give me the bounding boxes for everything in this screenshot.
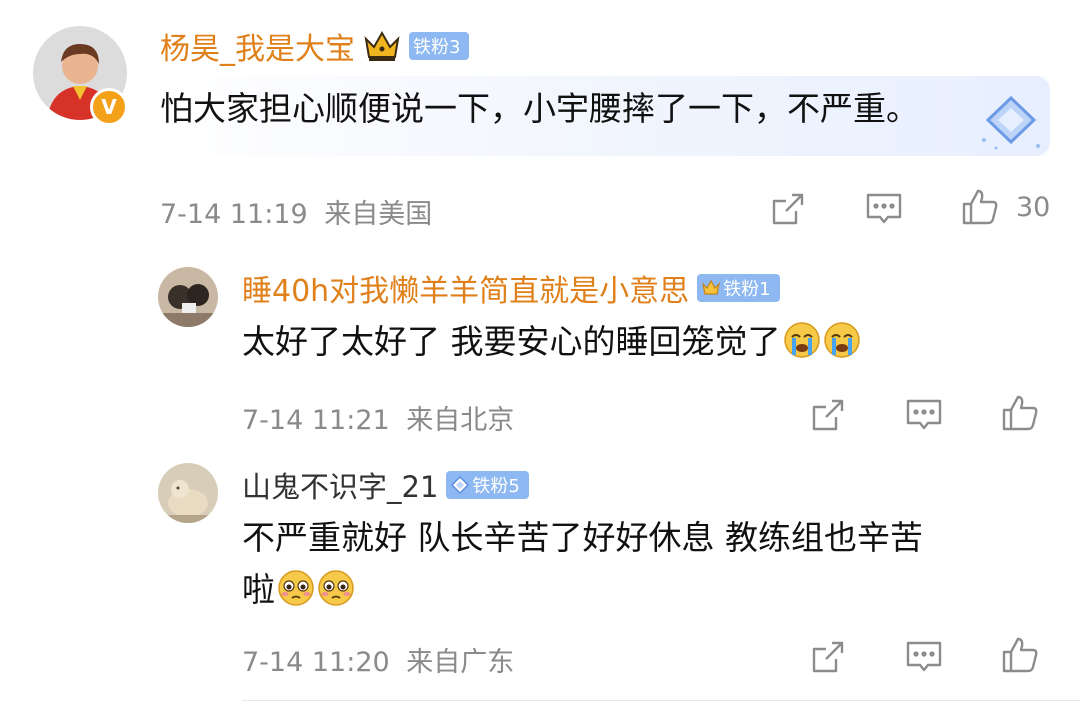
pleading-face-emoji xyxy=(318,570,354,606)
crown-icon xyxy=(364,30,400,61)
diamond-icon xyxy=(451,475,470,495)
comment-icon xyxy=(906,399,942,430)
comment-text: 太好了太好了 我要安心的睡回笼觉了 xyxy=(242,316,861,368)
share-icon xyxy=(812,399,844,431)
fan-level-text: 铁粉5 xyxy=(472,476,520,497)
reply-button[interactable] xyxy=(904,637,944,677)
author-name[interactable]: 杨昊_我是大宝 xyxy=(160,24,355,68)
thumbs-up-icon xyxy=(1002,637,1038,673)
fan-level-badge: 铁粉3 xyxy=(409,32,470,60)
repost-button[interactable] xyxy=(768,189,808,229)
diamond-decoration-icon xyxy=(982,95,1040,150)
comment-text-line-2: 啦 xyxy=(242,564,923,616)
avatar[interactable] xyxy=(158,267,218,327)
comment-icon xyxy=(866,193,902,224)
crying-face-emoji xyxy=(823,322,860,358)
comment-text: 怕大家担心顺便说一下，小宇腰摔了一下，不严重。 xyxy=(160,89,919,128)
reply-button[interactable] xyxy=(904,395,944,435)
comment-text-body: 太好了太好了 我要安心的睡回笼觉了 xyxy=(242,322,781,361)
share-icon xyxy=(812,641,844,673)
like-button[interactable] xyxy=(1000,393,1040,433)
avatar[interactable] xyxy=(158,463,218,523)
author-row: 山鬼不识字_21 铁粉5 xyxy=(242,464,529,506)
thumbs-up-icon xyxy=(962,189,998,225)
comment-icon xyxy=(906,641,942,672)
share-icon xyxy=(772,193,804,225)
like-count: 30 xyxy=(1016,192,1051,223)
comment-text-line-2-body: 啦 xyxy=(242,570,275,609)
reply-button[interactable] xyxy=(864,189,904,229)
comment-time: 7-14 11:20 xyxy=(242,647,390,678)
author-name[interactable]: 睡40h对我懒羊羊简直就是小意思 xyxy=(242,266,689,310)
comment-location: 来自美国 xyxy=(324,199,433,230)
like-button[interactable] xyxy=(1000,635,1040,675)
repost-button[interactable] xyxy=(808,395,848,435)
author-row: 杨昊_我是大宝 铁粉3 xyxy=(160,24,470,68)
fan-level-text: 铁粉3 xyxy=(413,37,461,58)
repost-button[interactable] xyxy=(808,637,848,677)
like-button[interactable] xyxy=(960,187,1000,227)
verified-badge: V xyxy=(90,88,128,126)
author-row: 睡40h对我懒羊羊简直就是小意思 铁粉1 xyxy=(242,266,780,310)
pleading-face-emoji xyxy=(278,570,314,606)
comment-time: 7-14 11:21 xyxy=(242,405,390,436)
comment-text-line-1: 不严重就好 队长辛苦了好好休息 教练组也辛苦 xyxy=(242,518,923,557)
fan-level-badge: 铁粉1 xyxy=(697,274,780,302)
fan-level-text: 铁粉1 xyxy=(723,279,771,300)
crying-face-emoji xyxy=(783,322,820,358)
comment-meta: 7-14 11:20 来自广东 xyxy=(242,640,514,679)
comment-text: 不严重就好 队长辛苦了好好休息 教练组也辛苦 啦 xyxy=(242,512,923,616)
comment-location: 来自北京 xyxy=(406,405,515,436)
crown-icon xyxy=(702,279,721,295)
author-name[interactable]: 山鬼不识字_21 xyxy=(242,464,438,506)
thumbs-up-icon xyxy=(1002,395,1038,431)
fan-level-badge: 铁粉5 xyxy=(446,471,529,499)
comment-location: 来自广东 xyxy=(406,647,515,678)
comment-meta: 7-14 11:19 来自美国 xyxy=(160,192,432,231)
comment-time: 7-14 11:19 xyxy=(160,199,308,230)
comment-meta: 7-14 11:21 来自北京 xyxy=(242,398,514,437)
